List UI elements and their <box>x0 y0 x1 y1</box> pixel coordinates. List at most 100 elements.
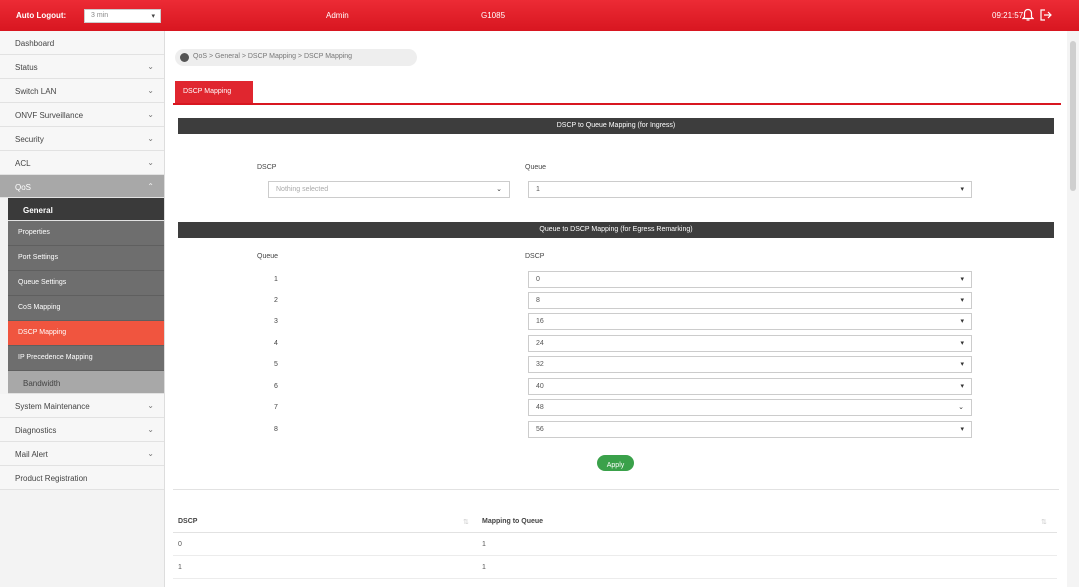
sidebar-item-general[interactable]: General <box>8 198 164 221</box>
sidebar-item-product-registration[interactable]: Product Registration <box>0 466 164 490</box>
home-icon[interactable] <box>180 53 189 62</box>
queue-number: 1 <box>274 276 278 283</box>
sidebar-item-ip-precedence-mapping[interactable]: IP Precedence Mapping <box>8 346 164 371</box>
chevron-down-icon: ⌄ <box>147 62 154 71</box>
dscp-value: 0 <box>536 276 540 283</box>
ingress-section-header: DSCP to Queue Mapping (for Ingress) <box>178 118 1054 134</box>
sidebar-item-switch-lan[interactable]: Switch LAN ⌄ <box>0 79 164 103</box>
dscp-value: 40 <box>536 383 544 390</box>
sidebar-item-qos[interactable]: QoS ⌃ <box>0 175 164 198</box>
logout-icon[interactable] <box>1039 8 1053 22</box>
chevron-down-icon: ▾ <box>960 276 964 283</box>
chevron-down-icon: ⌄ <box>958 404 964 411</box>
sidebar-item-label: Status <box>15 63 38 72</box>
queue-number: 3 <box>274 318 278 325</box>
sidebar-item-label: Diagnostics <box>15 426 57 435</box>
queue-number: 2 <box>274 297 278 304</box>
chevron-down-icon: ▾ <box>960 186 964 193</box>
egress-dscp-label: DSCP <box>525 253 545 260</box>
ingress-dscp-label: DSCP <box>257 164 277 171</box>
sidebar-item-queue-settings[interactable]: Queue Settings <box>8 271 164 296</box>
scrollbar[interactable] <box>1067 31 1079 587</box>
sidebar-item-port-settings[interactable]: Port Settings <box>8 246 164 271</box>
sort-icon[interactable]: ⇅ <box>1041 518 1047 526</box>
sidebar-item-label: Mail Alert <box>15 450 48 459</box>
sidebar-item-acl[interactable]: ACL ⌄ <box>0 151 164 175</box>
chevron-down-icon: ▾ <box>960 340 964 347</box>
ingress-queue-select[interactable]: 1 ▾ <box>528 181 972 198</box>
device-model: G1085 <box>481 11 506 20</box>
sidebar-item-label: System Maintenance <box>15 402 90 411</box>
tab-dscp-mapping[interactable]: DSCP Mapping <box>175 81 253 103</box>
queue-number: 5 <box>274 361 278 368</box>
egress-dscp-select-8[interactable]: 56 ▾ <box>528 421 972 438</box>
table-row: 0 1 <box>173 533 1057 556</box>
sort-icon[interactable]: ⇅ <box>463 518 469 526</box>
queue-number: 6 <box>274 383 278 390</box>
dscp-value: 8 <box>536 297 540 304</box>
ingress-dscp-select[interactable]: Nothing selected ⌄ <box>268 181 510 198</box>
egress-dscp-select-1[interactable]: 0 ▾ <box>528 271 972 288</box>
general-submenu: Properties Port Settings Queue Settings … <box>8 221 164 371</box>
ingress-queue-value: 1 <box>536 186 540 193</box>
chevron-down-icon: ⌄ <box>147 86 154 95</box>
divider <box>173 489 1059 490</box>
sidebar-item-security[interactable]: Security ⌄ <box>0 127 164 151</box>
egress-dscp-select-2[interactable]: 8 ▾ <box>528 292 972 309</box>
egress-dscp-select-5[interactable]: 32 ▾ <box>528 356 972 373</box>
sidebar-item-mail-alert[interactable]: Mail Alert ⌄ <box>0 442 164 466</box>
dscp-value: 24 <box>536 340 544 347</box>
sidebar-item-dscp-mapping[interactable]: DSCP Mapping <box>8 321 164 346</box>
table-cell-dscp: 1 <box>178 564 182 571</box>
sidebar-item-label: ACL <box>15 159 31 168</box>
bell-icon[interactable] <box>1022 8 1034 22</box>
sidebar-item-dashboard[interactable]: Dashboard <box>0 31 164 55</box>
chevron-down-icon: ⌄ <box>147 110 154 119</box>
queue-number: 4 <box>274 340 278 347</box>
egress-dscp-select-7[interactable]: 48 ⌄ <box>528 399 972 416</box>
sidebar-item-onvf-surveillance[interactable]: ONVF Surveillance ⌄ <box>0 103 164 127</box>
sidebar-item-status[interactable]: Status ⌄ <box>0 55 164 79</box>
egress-dscp-select-6[interactable]: 40 ▾ <box>528 378 972 395</box>
chevron-down-icon: ▾ <box>960 383 964 390</box>
sidebar: Dashboard Status ⌄ Switch LAN ⌄ ONVF Sur… <box>0 31 165 587</box>
table-cell-dscp: 0 <box>178 541 182 548</box>
sidebar-item-label: Bandwidth <box>23 379 61 388</box>
column-header-mapping-to-queue[interactable]: Mapping to Queue <box>482 518 543 525</box>
chevron-down-icon: ⌄ <box>147 401 154 410</box>
dscp-value: 56 <box>536 426 544 433</box>
chevron-down-icon: ▾ <box>960 318 964 325</box>
chevron-down-icon: ▾ <box>151 13 155 20</box>
queue-number: 7 <box>274 404 278 411</box>
sidebar-item-label: Product Registration <box>15 474 88 483</box>
egress-section-header: Queue to DSCP Mapping (for Egress Remark… <box>178 222 1054 238</box>
dscp-value: 16 <box>536 318 544 325</box>
auto-logout-select[interactable]: 3 min ▾ <box>84 9 161 23</box>
sidebar-item-bandwidth[interactable]: Bandwidth <box>8 371 164 394</box>
scrollbar-thumb[interactable] <box>1070 41 1076 191</box>
sidebar-item-cos-mapping[interactable]: CoS Mapping <box>8 296 164 321</box>
sidebar-item-properties[interactable]: Properties <box>8 221 164 246</box>
table-header: DSCP ⇅ Mapping to Queue ⇅ <box>173 509 1057 533</box>
egress-dscp-select-3[interactable]: 16 ▾ <box>528 313 972 330</box>
egress-dscp-select-4[interactable]: 24 ▾ <box>528 335 972 352</box>
sidebar-item-label: General <box>23 206 53 215</box>
top-bar: Auto Logout: 3 min ▾ Admin G1085 09:21:5… <box>0 0 1079 31</box>
column-header-dscp[interactable]: DSCP <box>178 518 197 525</box>
chevron-down-icon: ⌄ <box>147 134 154 143</box>
user-name: Admin <box>326 11 349 20</box>
sidebar-item-system-maintenance[interactable]: System Maintenance ⌄ <box>0 394 164 418</box>
auto-logout-value: 3 min <box>91 12 109 19</box>
sidebar-item-label: Dashboard <box>15 39 55 48</box>
chevron-down-icon: ⌄ <box>496 186 502 193</box>
main-content: QoS > General > DSCP Mapping > DSCP Mapp… <box>165 31 1067 587</box>
sidebar-item-diagnostics[interactable]: Diagnostics ⌄ <box>0 418 164 442</box>
breadcrumb: QoS > General > DSCP Mapping > DSCP Mapp… <box>175 49 417 66</box>
chevron-up-icon: ⌃ <box>147 182 154 191</box>
sidebar-item-label: Security <box>15 135 44 144</box>
chevron-down-icon: ⌄ <box>147 158 154 167</box>
table-row: 1 1 <box>173 556 1057 579</box>
chevron-down-icon: ⌄ <box>147 425 154 434</box>
chevron-down-icon: ▾ <box>960 426 964 433</box>
apply-button[interactable]: Apply <box>597 455 634 471</box>
